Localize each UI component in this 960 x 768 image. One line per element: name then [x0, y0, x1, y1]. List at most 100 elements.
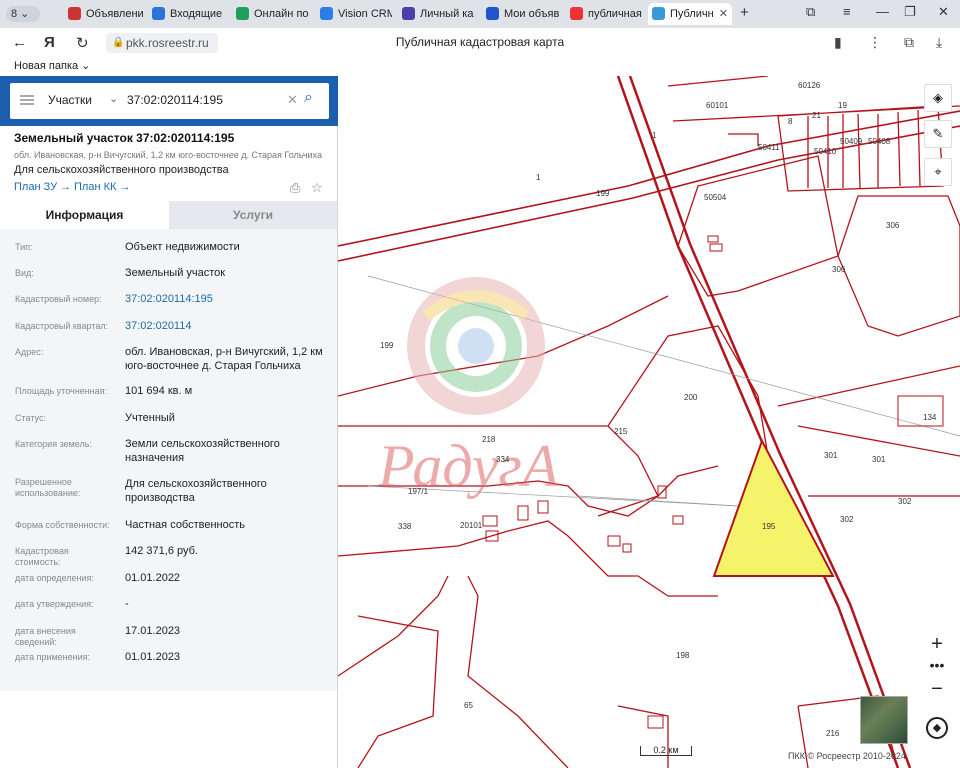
parcel-title: Земельный участок 37:02:020114:195 — [14, 131, 235, 145]
cadastral-map[interactable]: РадугА 60101 60126 8 21 19 50408 50411 5… — [338, 76, 960, 768]
tab-favicon-icon — [402, 7, 415, 20]
svg-text:21: 21 — [812, 111, 821, 120]
svg-text:216: 216 — [826, 729, 840, 738]
tab-favicon-icon — [320, 7, 333, 20]
selected-parcel-195[interactable] — [712, 438, 835, 577]
plan-kk-link[interactable]: План КК → — [74, 181, 130, 193]
browser-tab[interactable]: Vision CRM — [316, 3, 392, 25]
row-value: Учтенный — [125, 412, 175, 424]
svg-text:198: 198 — [676, 651, 690, 660]
svg-text:8: 8 — [788, 117, 793, 126]
star-icon[interactable]: ☆ — [311, 180, 323, 196]
search-icon[interactable]: ⌕ — [304, 89, 313, 107]
zoom-in-button[interactable]: + — [922, 632, 952, 656]
browser-tab[interactable]: публичная — [566, 3, 642, 25]
search-input[interactable]: 37:02:020114:195 — [127, 93, 223, 107]
radiga-watermark-logo: РадугА — [377, 277, 559, 499]
svg-text:334: 334 — [496, 455, 510, 464]
compass-icon[interactable]: ◆ — [926, 717, 948, 739]
svg-text:306: 306 — [886, 221, 900, 230]
svg-text:200: 200 — [684, 393, 698, 402]
ruler-icon[interactable]: ✎ — [924, 120, 952, 148]
row-key: Разрешенное использование: — [15, 477, 81, 498]
row-value: обл. Ивановская, р-н Вичугский, 1,2 км ю… — [125, 346, 323, 372]
close-tab-icon[interactable]: ✕ — [719, 3, 728, 25]
svg-text:1: 1 — [652, 131, 657, 140]
locate-icon[interactable]: ⌖ — [924, 158, 952, 186]
new-tab-button[interactable]: + — [740, 4, 749, 21]
svg-text:60126: 60126 — [798, 81, 821, 90]
parcel-purpose: Для сельскохозяйственного производства — [14, 164, 229, 176]
tab-information[interactable]: Информация — [0, 201, 169, 229]
browser-tab[interactable]: Онлайн по — [232, 3, 312, 25]
browser-tab[interactable]: Входящие — [148, 3, 228, 25]
browser-tab-active[interactable]: Публичн ✕ — [648, 3, 732, 25]
svg-text:50411: 50411 — [758, 143, 780, 152]
row-value: 01.01.2023 — [125, 651, 181, 663]
basemap-thumbnail[interactable] — [860, 696, 908, 744]
close-window-icon[interactable]: ✕ — [938, 4, 949, 20]
row-key: Категория земель: — [15, 439, 92, 449]
row-value: 101 694 кв. м — [125, 385, 193, 397]
tab-favicon-icon — [652, 7, 665, 20]
scale-bar: 0.2 км — [640, 746, 692, 756]
extensions-icon[interactable]: ⧉ — [904, 34, 914, 51]
row-key: Адрес: — [15, 347, 44, 357]
row-value: 142 371,6 руб. — [125, 545, 198, 557]
svg-text:302: 302 — [898, 497, 912, 506]
row-key: Тип: — [15, 242, 33, 252]
layers-icon[interactable]: ◈ — [924, 84, 952, 112]
tab-favicon-icon — [236, 7, 249, 20]
restore-icon[interactable]: ❐ — [904, 4, 916, 20]
svg-text:215: 215 — [614, 427, 628, 436]
bookmark-folder[interactable]: Новая папка ⌄ — [14, 59, 90, 72]
svg-text:20101: 20101 — [460, 521, 483, 530]
collections-icon[interactable]: ⧉ — [806, 4, 815, 20]
svg-text:338: 338 — [398, 522, 412, 531]
row-value: Частная собственность — [125, 519, 246, 531]
more-zoom-icon[interactable]: ••• — [922, 656, 952, 676]
svg-text:50409: 50409 — [840, 137, 863, 146]
row-key: Форма собственности: — [15, 520, 110, 530]
plan-zu-link[interactable]: План ЗУ → — [14, 181, 71, 193]
svg-text:301: 301 — [824, 451, 838, 460]
map-canvas[interactable]: РадугА 60101 60126 8 21 19 50408 50411 5… — [338, 76, 960, 768]
svg-text:19: 19 — [838, 101, 847, 110]
download-icon[interactable]: ⤓ — [936, 34, 942, 51]
print-icon[interactable]: ⎙ — [290, 180, 300, 196]
tab-count-button[interactable]: 8 ⌄ — [6, 6, 40, 22]
row-value: 01.01.2022 — [125, 572, 181, 584]
svg-text:302: 302 — [840, 515, 854, 524]
row-value: - — [125, 598, 129, 610]
svg-text:1: 1 — [536, 173, 541, 182]
row-value: Объект недвижимости — [125, 241, 240, 253]
chevron-down-icon[interactable]: ⌄ — [109, 92, 118, 105]
browser-tab[interactable]: Объявлени — [64, 3, 144, 25]
cadastral-quarter-link[interactable]: 37:02:020114 — [125, 319, 330, 333]
info-table: Тип: Объект недвижимости Вид: Земельный … — [0, 229, 337, 691]
row-key: Вид: — [15, 268, 34, 278]
row-key: Статус: — [15, 413, 46, 423]
bookmark-icon[interactable]: ▮ — [834, 34, 842, 51]
search-box: Участки ⌄ 37:02:020114:195 ✕ ⌕ — [10, 83, 329, 119]
tab-services[interactable]: Услуги — [169, 201, 337, 229]
browser-tab[interactable]: Личный ка — [398, 3, 474, 25]
hamburger-menu-icon[interactable]: ≡ — [843, 4, 851, 19]
row-key: Кадастровая стоимость: — [15, 546, 69, 567]
cadastral-number-link[interactable]: 37:02:020114:195 — [125, 292, 330, 306]
row-value: Для сельскохозяйственного производства — [125, 478, 267, 504]
tab-favicon-icon — [152, 7, 165, 20]
clear-icon[interactable]: ✕ — [287, 92, 298, 108]
zoom-out-button[interactable]: − — [922, 678, 952, 702]
menu-icon[interactable] — [20, 95, 34, 105]
browser-tab[interactable]: Мои объяв — [482, 3, 562, 25]
more-icon[interactable]: ⋮ — [868, 34, 882, 51]
row-key: дата определения: — [15, 573, 94, 583]
search-type-select[interactable]: Участки — [48, 93, 92, 107]
bookmarks-bar: Новая папка ⌄ — [0, 58, 960, 76]
row-key: дата применения: — [15, 652, 91, 662]
minimize-icon[interactable]: — — [876, 4, 889, 19]
address-bar: ← Я ↻ 🔒 pkk.rosreestr.ru Публичная кадаст… — [0, 28, 960, 58]
svg-text:195: 195 — [762, 522, 776, 531]
svg-text:301: 301 — [872, 455, 886, 464]
